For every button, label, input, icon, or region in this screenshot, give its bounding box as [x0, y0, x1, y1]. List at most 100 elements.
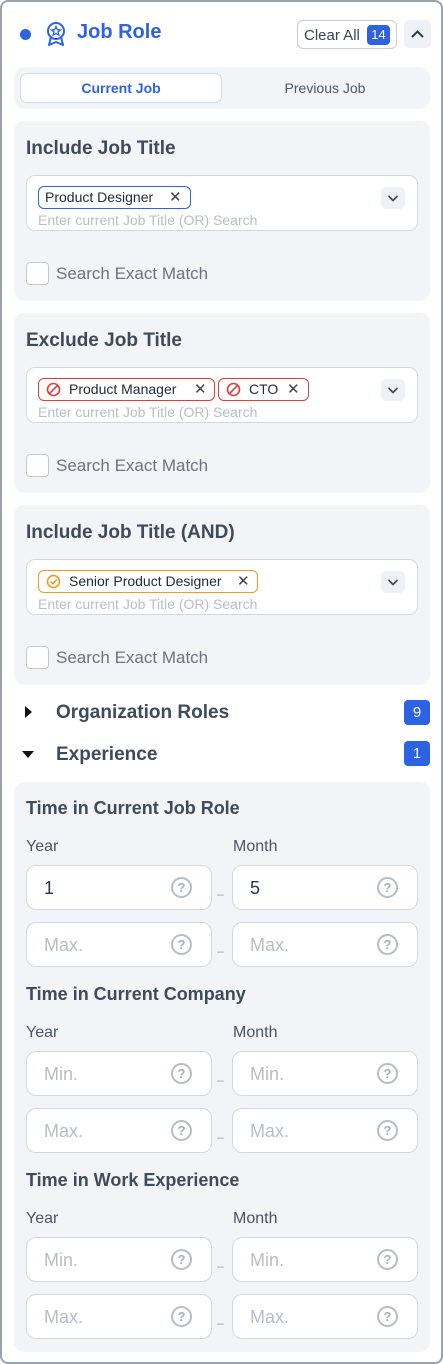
block-icon — [46, 382, 61, 397]
check-badge-icon — [46, 574, 61, 589]
help-icon[interactable]: ? — [171, 934, 192, 955]
dropdown-toggle[interactable] — [381, 379, 405, 401]
company-year-min-input[interactable]: Min. ? — [26, 1051, 212, 1096]
caret-down-icon[interactable] — [20, 748, 36, 760]
block-icon — [226, 382, 241, 397]
work-year-min-input[interactable]: Min. ? — [26, 1237, 212, 1282]
company-year-max-input[interactable]: Max. ? — [26, 1108, 212, 1153]
remove-chip-icon[interactable]: ✕ — [169, 187, 182, 208]
year-label: Year — [26, 838, 59, 855]
chevron-down-icon — [387, 195, 399, 202]
job-role-month-max-input[interactable]: Max. ? — [232, 922, 418, 967]
tab-previous-job[interactable]: Previous Job — [240, 73, 410, 103]
chip-label: Product Manager — [69, 381, 177, 397]
work-month-min-input[interactable]: Min. ? — [232, 1237, 418, 1282]
chip-cto: CTO ✕ — [218, 378, 309, 401]
input-placeholder: Max. — [44, 935, 84, 955]
work-month-max-input[interactable]: Max. ? — [232, 1294, 418, 1339]
help-icon[interactable]: ? — [171, 877, 192, 898]
range-dash: – — [217, 944, 224, 958]
help-icon[interactable]: ? — [377, 934, 398, 955]
remove-chip-icon[interactable]: ✕ — [194, 379, 207, 400]
time-in-work-experience-heading: Time in Work Experience — [26, 1170, 240, 1190]
experience-toggle[interactable]: Experience — [56, 744, 157, 766]
exclude-job-title-heading: Exclude Job Title — [26, 330, 182, 351]
job-title-placeholder: Enter current Job Title (OR) Search — [38, 596, 258, 612]
collapse-button[interactable] — [404, 20, 431, 48]
range-dash: – — [217, 1073, 224, 1087]
remove-chip-icon[interactable]: ✕ — [287, 379, 300, 400]
chevron-up-icon — [411, 30, 424, 38]
clear-all-button[interactable]: Clear All 14 — [297, 20, 397, 49]
help-icon[interactable]: ? — [171, 1306, 192, 1327]
caret-right-icon[interactable] — [22, 704, 34, 720]
chevron-down-icon — [387, 387, 399, 394]
company-month-max-input[interactable]: Max. ? — [232, 1108, 418, 1153]
input-placeholder: Max. — [250, 935, 290, 955]
help-icon[interactable]: ? — [377, 877, 398, 898]
exclude-exact-match-checkbox[interactable] — [26, 454, 49, 477]
chip-product-designer: Product Designer ✕ — [38, 186, 191, 209]
include-job-title-heading: Include Job Title — [26, 138, 176, 159]
include-exact-match-checkbox[interactable] — [26, 262, 49, 285]
help-icon[interactable]: ? — [377, 1120, 398, 1141]
range-dash: – — [217, 1130, 224, 1144]
remove-chip-icon[interactable]: ✕ — [237, 571, 250, 592]
help-icon[interactable]: ? — [377, 1306, 398, 1327]
input-placeholder: Min. — [44, 1064, 79, 1084]
chip-product-manager: Product Manager ✕ — [38, 378, 215, 401]
company-month-min-input[interactable]: Min. ? — [232, 1051, 418, 1096]
help-icon[interactable]: ? — [377, 1249, 398, 1270]
help-icon[interactable]: ? — [377, 1063, 398, 1084]
tab-current-job[interactable]: Current Job — [20, 73, 222, 103]
year-label: Year — [26, 1210, 59, 1227]
chip-label: CTO — [249, 381, 279, 397]
range-dash: – — [217, 887, 224, 901]
chip-senior-product-designer: Senior Product Designer ✕ — [38, 570, 258, 593]
input-placeholder: Min. — [250, 1064, 285, 1084]
include-exact-match-label: Search Exact Match — [56, 264, 209, 283]
organization-roles-count: 9 — [404, 700, 430, 725]
include-and-job-title-heading: Include Job Title (AND) — [26, 522, 235, 543]
month-label: Month — [233, 1210, 278, 1227]
time-in-current-company-heading: Time in Current Company — [26, 984, 246, 1004]
input-placeholder: Max. — [250, 1121, 290, 1141]
clear-all-label: Clear All — [304, 27, 360, 44]
job-role-month-min-input[interactable]: 5 ? — [232, 865, 418, 910]
experience-count: 1 — [404, 741, 430, 766]
job-title-placeholder: Enter current Job Title (OR) Search — [38, 212, 258, 228]
include-and-job-title-input[interactable]: Senior Product Designer ✕ Enter current … — [26, 559, 418, 615]
input-placeholder: Max. — [44, 1307, 84, 1327]
help-icon[interactable]: ? — [171, 1120, 192, 1141]
year-label: Year — [26, 1024, 59, 1041]
chip-label: Product Designer — [45, 189, 154, 205]
input-placeholder: Min. — [250, 1250, 285, 1270]
award-badge-icon — [47, 22, 65, 46]
chip-label: Senior Product Designer — [69, 573, 222, 589]
range-dash: – — [217, 1259, 224, 1273]
time-in-current-job-role-heading: Time in Current Job Role — [26, 798, 240, 818]
organization-roles-toggle[interactable]: Organization Roles — [56, 702, 229, 724]
job-role-year-min-input[interactable]: 1 ? — [26, 865, 212, 910]
help-icon[interactable]: ? — [171, 1063, 192, 1084]
job-title-placeholder: Enter current Job Title (OR) Search — [38, 404, 258, 420]
clear-all-count: 14 — [367, 25, 390, 45]
section-indicator-dot — [20, 29, 31, 40]
input-placeholder: Min. — [44, 1250, 79, 1270]
job-role-year-max-input[interactable]: Max. ? — [26, 922, 212, 967]
include-job-title-input[interactable]: Product Designer ✕ Enter current Job Tit… — [26, 175, 418, 231]
exclude-job-title-input[interactable]: Product Manager ✕ CTO ✕ Enter current Jo… — [26, 367, 418, 423]
dropdown-toggle[interactable] — [381, 187, 405, 209]
include-and-exact-match-checkbox[interactable] — [26, 646, 49, 669]
include-and-exact-match-label: Search Exact Match — [56, 648, 209, 667]
exclude-exact-match-label: Search Exact Match — [56, 456, 209, 475]
dropdown-toggle[interactable] — [381, 571, 405, 593]
month-label: Month — [233, 1024, 278, 1041]
help-icon[interactable]: ? — [171, 1249, 192, 1270]
input-placeholder: Max. — [250, 1307, 290, 1327]
input-placeholder: Max. — [44, 1121, 84, 1141]
input-value: 5 — [250, 878, 261, 898]
work-year-max-input[interactable]: Max. ? — [26, 1294, 212, 1339]
month-label: Month — [233, 838, 278, 855]
input-value: 1 — [44, 878, 55, 898]
